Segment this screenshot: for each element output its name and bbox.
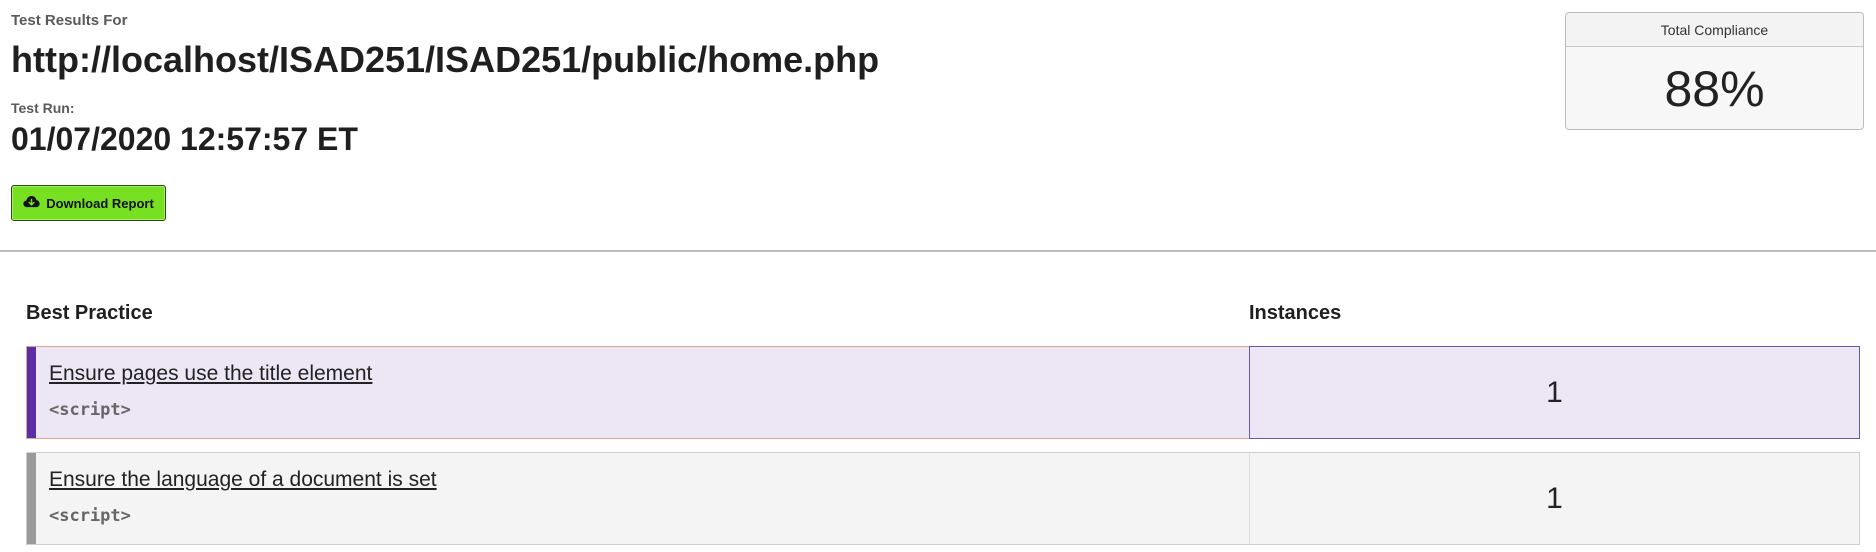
report-header: Test Results For http://localhost/ISAD25…: [11, 0, 1511, 158]
total-compliance-title: Total Compliance: [1566, 13, 1863, 47]
download-report-button[interactable]: Download Report: [11, 185, 166, 221]
best-practice-cell: Ensure pages use the title element <scri…: [36, 347, 1249, 438]
test-run-date: 01/07/2020 12:57:57 ET: [11, 121, 358, 157]
download-report-label: Download Report: [46, 195, 154, 211]
cloud-download-icon: [23, 195, 40, 212]
test-run-label: Test Run:: [11, 100, 75, 116]
total-compliance-card: Total Compliance 88%: [1565, 12, 1864, 130]
element-code: <script>: [49, 400, 131, 420]
row-accent-bar: [27, 347, 36, 438]
section-divider: [0, 250, 1876, 252]
best-practice-link[interactable]: Ensure pages use the title element: [49, 362, 372, 386]
best-practice-link[interactable]: Ensure the language of a document is set: [49, 468, 437, 492]
best-practice-cell: Ensure the language of a document is set…: [36, 453, 1249, 544]
column-header-instances: Instances: [1249, 302, 1342, 324]
instances-count: 1: [1249, 346, 1860, 439]
test-results-label: Test Results For: [11, 12, 128, 29]
instances-count: 1: [1249, 453, 1859, 544]
row-accent-bar: [27, 453, 36, 544]
table-row[interactable]: Ensure the language of a document is set…: [26, 452, 1860, 545]
table-row[interactable]: Ensure pages use the title element <scri…: [26, 346, 1860, 439]
element-code: <script>: [49, 506, 131, 526]
tested-url: http://localhost/ISAD251/ISAD251/public/…: [11, 39, 880, 80]
column-header-best-practice: Best Practice: [26, 302, 153, 324]
total-compliance-value: 88%: [1664, 61, 1765, 117]
